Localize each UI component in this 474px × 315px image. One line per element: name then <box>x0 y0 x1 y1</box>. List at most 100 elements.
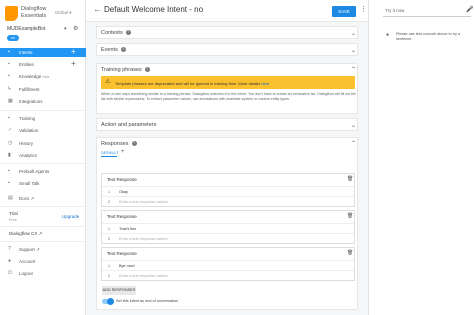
sidebar-item-history[interactable]: ◷ History <box>0 139 86 148</box>
sidebar-item-knowledge[interactable]: ▪ Knowledge beta <box>0 72 86 81</box>
trial-subtitle: Free <box>9 218 17 222</box>
response-text[interactable]: Bye now! <box>119 264 135 268</box>
language-badge[interactable]: en <box>7 35 19 41</box>
upgrade-link[interactable]: Upgrade <box>62 214 79 219</box>
response-text[interactable]: That's fine <box>119 227 136 231</box>
response-input[interactable]: Enter a text response variant <box>119 274 168 278</box>
sidebar-item-entities[interactable]: ▪ Entities + <box>0 60 86 69</box>
chat-bubble-icon: ▪ <box>8 49 10 55</box>
response-row[interactable]: 2 Enter a text response variant <box>102 196 354 206</box>
sidebar-item-support[interactable]: ? Support ↗ <box>0 245 86 254</box>
response-input[interactable]: Enter a text response variant <box>119 200 168 204</box>
save-button[interactable]: SAVE <box>332 6 356 17</box>
gear-icon[interactable]: ⚙ <box>73 25 78 32</box>
warning-link[interactable]: here <box>261 81 269 86</box>
divider <box>0 241 86 242</box>
region-selector[interactable]: Global ▾ <box>55 10 72 16</box>
response-row[interactable]: 2 Enter a text response variant <box>102 233 354 243</box>
add-responses-button[interactable]: ADD RESPONSES <box>102 286 136 295</box>
chart-icon: ▮ <box>8 152 11 158</box>
events-section[interactable]: Events? ⌄ <box>96 43 358 56</box>
contexts-section[interactable]: Contexts? ⌄ <box>96 26 358 39</box>
text-response-card: Text Response 🗑 1 Okay 2 Enter a text resp… <box>101 173 355 207</box>
sidebar-item-intents[interactable]: ▪ Intents + <box>0 48 86 57</box>
action-parameters-section[interactable]: Action and parameters ⌄ <box>96 118 358 131</box>
sidebar-item-label: Entities <box>19 62 34 67</box>
add-tab-button[interactable]: + <box>121 149 125 155</box>
dialogflow-cx-link[interactable]: Dialogflow CX ↗ <box>9 231 42 237</box>
chevron-down-icon[interactable]: ⌄ <box>351 47 356 54</box>
add-intent-button[interactable]: + <box>71 48 76 56</box>
sidebar-item-label: Small Talk <box>19 181 40 186</box>
more-options-icon[interactable]: ⋮ <box>360 6 367 13</box>
brand-name: Dialogflow Essentials <box>21 6 47 19</box>
card-title: Text Response <box>107 251 137 256</box>
smalltalk-icon: ▪ <box>8 180 10 186</box>
tab-default[interactable]: DEFAULT <box>101 150 119 155</box>
trial-title: Trial <box>9 211 18 216</box>
sidebar-item-analytics[interactable]: ▮ Analytics <box>0 151 86 160</box>
sidebar-item-label: Validation <box>19 128 39 133</box>
brand[interactable]: Dialogflow Essentials Global ▾ <box>5 4 85 24</box>
row-number: 2 <box>108 200 111 204</box>
sidebar-item-account[interactable]: ● Account <box>0 257 86 266</box>
deprecation-warning: ⚠ Template phrases are deprecated and wi… <box>101 76 355 89</box>
section-title: Action and parameters <box>101 122 156 128</box>
back-arrow-icon[interactable]: ← <box>93 5 102 14</box>
contexts-label: Contexts <box>101 30 123 36</box>
agent-name[interactable]: MUDExampleBot <box>7 26 45 32</box>
microphone-icon[interactable]: 🎤 <box>466 6 473 13</box>
try-it-input[interactable]: Try it now <box>385 8 404 13</box>
help-icon[interactable]: ? <box>120 47 126 53</box>
sidebar-item-label: Prebuilt Agents <box>19 169 50 174</box>
sidebar-item-label: Training <box>19 116 36 121</box>
sidebar-item-fulfillment[interactable]: ϟ Fulfillment <box>0 85 86 94</box>
help-icon: ? <box>8 246 11 252</box>
cx-label: Dialogflow CX <box>9 231 38 236</box>
sidebar-item-integrations[interactable]: ▦ Integrations <box>0 97 86 106</box>
help-icon[interactable]: ? <box>144 67 150 73</box>
response-input[interactable]: Enter a text response variant <box>119 237 168 241</box>
events-label: Events <box>101 47 118 53</box>
beta-badge: beta <box>42 75 50 79</box>
sidebar-item-small-talk[interactable]: ▪ Small Talk <box>0 179 86 188</box>
sidebar-item-validation[interactable]: ✓ Validation <box>0 126 86 135</box>
entity-icon: ▪ <box>8 61 10 67</box>
chevron-down-icon[interactable]: ⌄ <box>351 30 356 37</box>
trash-icon[interactable]: 🗑 <box>347 213 353 219</box>
intent-title[interactable]: Default Welcome Intent - no <box>104 5 203 14</box>
sidebar-item-label: Account <box>19 259 36 264</box>
bolt-icon: ϟ <box>8 86 11 92</box>
sidebar-item-docs[interactable]: ▤ Docs ↗ <box>0 194 86 203</box>
response-row[interactable]: 2 Enter a text response variant <box>102 270 354 280</box>
end-conversation-toggle[interactable] <box>102 298 114 305</box>
trash-icon[interactable]: 🗑 <box>347 250 353 256</box>
chevron-up-icon[interactable]: ⌃ <box>351 66 356 73</box>
text-response-card: Text Response 🗑 1 Bye now! 2 Enter a text … <box>101 247 355 281</box>
response-row[interactable]: 1 That's fine <box>102 223 354 233</box>
sidebar-item-label: Analytics <box>19 153 38 158</box>
training-icon: ▪ <box>8 115 10 121</box>
knowledge-icon: ▪ <box>8 73 10 79</box>
doc-icon: ▤ <box>8 195 13 201</box>
chevron-up-icon[interactable]: ⌃ <box>351 140 356 147</box>
response-text[interactable]: Okay <box>119 190 128 194</box>
sidebar-item-label: Docs ↗ <box>19 196 34 202</box>
logout-icon: ⏻ <box>8 270 12 276</box>
add-entity-button[interactable]: + <box>71 60 76 68</box>
response-row[interactable]: 1 Bye now! <box>102 260 354 270</box>
help-icon[interactable]: ? <box>131 141 137 147</box>
sidebar-item-prebuilt-agents[interactable]: ▪ Prebuilt Agents <box>0 167 86 176</box>
external-link-icon: ↗ <box>38 231 43 236</box>
help-icon[interactable]: ? <box>125 30 131 36</box>
sidebar-item-logout[interactable]: ⏻ Logout <box>0 269 86 278</box>
trash-icon[interactable]: 🗑 <box>347 176 353 182</box>
input-underline <box>383 16 471 17</box>
warning-text: Template phrases are deprecated and will… <box>115 81 269 86</box>
sidebar-item-training[interactable]: ▪ Training <box>0 114 86 123</box>
chevron-down-icon[interactable]: ⌄ <box>351 122 356 129</box>
response-row[interactable]: 1 Okay <box>102 186 354 196</box>
agent-dropdown-icon[interactable]: ▾ <box>64 26 67 32</box>
card-title: Text Response <box>107 177 137 182</box>
row-number: 1 <box>108 264 111 268</box>
